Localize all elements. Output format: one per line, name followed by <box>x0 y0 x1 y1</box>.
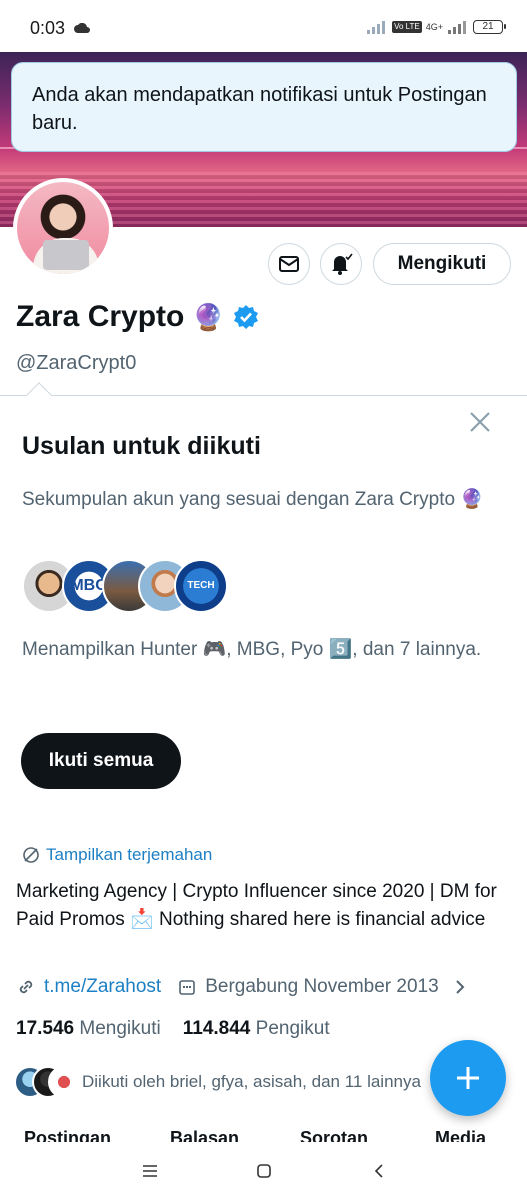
plus-icon <box>457 1067 479 1089</box>
notifications-button[interactable] <box>320 243 362 285</box>
follow-counts: 17.546 Mengikuti 114.844 Pengikut <box>16 1018 330 1040</box>
menu-button[interactable] <box>135 1156 165 1186</box>
profile-tabs: Postingan Balasan Sorotan Media <box>0 1128 527 1142</box>
suggestions-showing: Menampilkan Hunter 🎮, MBG, Pyo 5️⃣, dan … <box>22 639 482 660</box>
following-count-link[interactable]: 17.546 Mengikuti <box>16 1018 161 1040</box>
translate-link[interactable]: Tampilkan terjemahan <box>22 845 212 865</box>
home-square-icon <box>257 1164 271 1178</box>
cloud-icon <box>74 23 90 33</box>
suggestion-caret <box>26 382 52 408</box>
joined-date: Bergabung November 2013 <box>205 976 439 997</box>
avatar-label: TECH <box>187 580 215 591</box>
bell-check-icon <box>332 253 353 275</box>
followed-by[interactable]: Diikuti oleh briel, gfya, asisah, dan 11… <box>14 1066 434 1100</box>
close-icon[interactable] <box>466 408 494 436</box>
back-button[interactable] <box>364 1156 394 1186</box>
compose-button[interactable] <box>430 1040 506 1116</box>
followers-count-link[interactable]: 114.844 Pengikut <box>183 1018 330 1040</box>
back-icon <box>374 1164 383 1178</box>
profile-handle: @ZaraCrypt0 <box>16 352 137 374</box>
suggested-avatar[interactable]: TECH <box>174 559 228 613</box>
volte-badge: Vo LTE <box>392 21 422 33</box>
profile-name-text: Zara Crypto <box>16 300 185 333</box>
follower-avatar <box>48 1066 80 1098</box>
translate-label[interactable]: Tampilkan terjemahan <box>46 845 212 865</box>
verified-icon[interactable] <box>233 304 259 330</box>
menu-icon <box>143 1165 157 1177</box>
followers-label: Pengikut <box>255 1018 330 1039</box>
profile-bio: Marketing Agency | Crypto Influencer sin… <box>16 881 497 930</box>
profile-name: Zara Crypto 🔮 <box>16 300 259 334</box>
status-bar: 0:03 Vo LTE 4G+ 21 <box>0 0 527 52</box>
following-label: Mengikuti <box>79 1018 161 1039</box>
avatar[interactable] <box>13 178 113 278</box>
message-button[interactable] <box>268 243 310 285</box>
avatar-laptop <box>43 240 89 270</box>
tab-highlights[interactable]: Sorotan <box>300 1128 368 1142</box>
follow-all-button[interactable]: Ikuti semua <box>21 733 181 789</box>
system-nav-bar <box>0 1142 527 1200</box>
suggested-avatars[interactable]: MBG TECH <box>22 559 228 613</box>
status-time: 0:03 <box>30 18 66 38</box>
chevron-right-icon[interactable] <box>451 978 469 996</box>
followers-count: 114.844 <box>182 1018 251 1039</box>
signal-icon <box>367 21 386 34</box>
divider <box>0 395 527 396</box>
following-button[interactable]: Mengikuti <box>373 243 511 285</box>
translate-icon <box>23 847 39 863</box>
home-button[interactable] <box>249 1156 279 1186</box>
mail-icon <box>279 256 299 272</box>
suggestions-title: Usulan untuk diikuti <box>22 432 261 460</box>
followed-by-text: Diikuti oleh briel, gfya, asisah, dan 11… <box>82 1072 421 1091</box>
crystal-ball-emoji: 🔮 <box>192 301 225 332</box>
tab-replies[interactable]: Balasan <box>170 1128 239 1142</box>
suggestions-description: Sekumpulan akun yang sesuai dengan Zara … <box>22 489 484 510</box>
status-icons: Vo LTE 4G+ 21 <box>366 20 506 34</box>
tab-media[interactable]: Media <box>435 1128 486 1142</box>
tab-posts[interactable]: Postingan <box>24 1128 111 1142</box>
profile-meta: t.me/Zarahost Bergabung November 2013 <box>16 976 496 998</box>
notification-toast: Anda akan mendapatkan notifikasi untuk P… <box>11 62 517 152</box>
profile-link[interactable]: t.me/Zarahost <box>44 976 161 998</box>
link-icon <box>19 980 33 994</box>
calendar-icon <box>179 980 196 995</box>
signal-icon <box>448 21 466 34</box>
battery-icon: 21 <box>473 20 506 34</box>
following-count: 17.546 <box>16 1018 75 1039</box>
network-type: 4G+ <box>425 21 443 32</box>
